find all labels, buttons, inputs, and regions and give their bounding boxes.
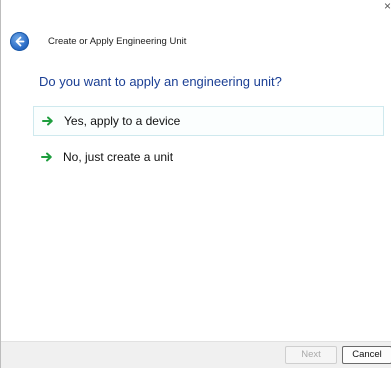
page-question: Do you want to apply an engineering unit… [39,74,282,89]
option-label: Yes, apply to a device [64,114,181,128]
dialog-window: × Create or Apply Engineering Unit Do yo… [0,0,391,368]
dialog-title: Create or Apply Engineering Unit [48,36,187,47]
green-arrow-icon [42,115,54,127]
dialog-header: Create or Apply Engineering Unit [10,32,186,51]
close-icon: × [383,0,391,13]
option-label: No, just create a unit [63,150,174,164]
next-button[interactable]: Next [285,346,337,364]
option-just-create-unit[interactable]: No, just create a unit [33,142,384,172]
dialog-footer: Next Cancel [1,341,391,368]
close-button[interactable]: × [377,0,391,14]
back-button[interactable] [10,32,29,51]
green-arrow-icon [41,151,53,163]
cancel-button[interactable]: Cancel [342,346,391,364]
option-apply-to-device[interactable]: Yes, apply to a device [33,106,384,136]
back-arrow-icon [15,36,25,47]
